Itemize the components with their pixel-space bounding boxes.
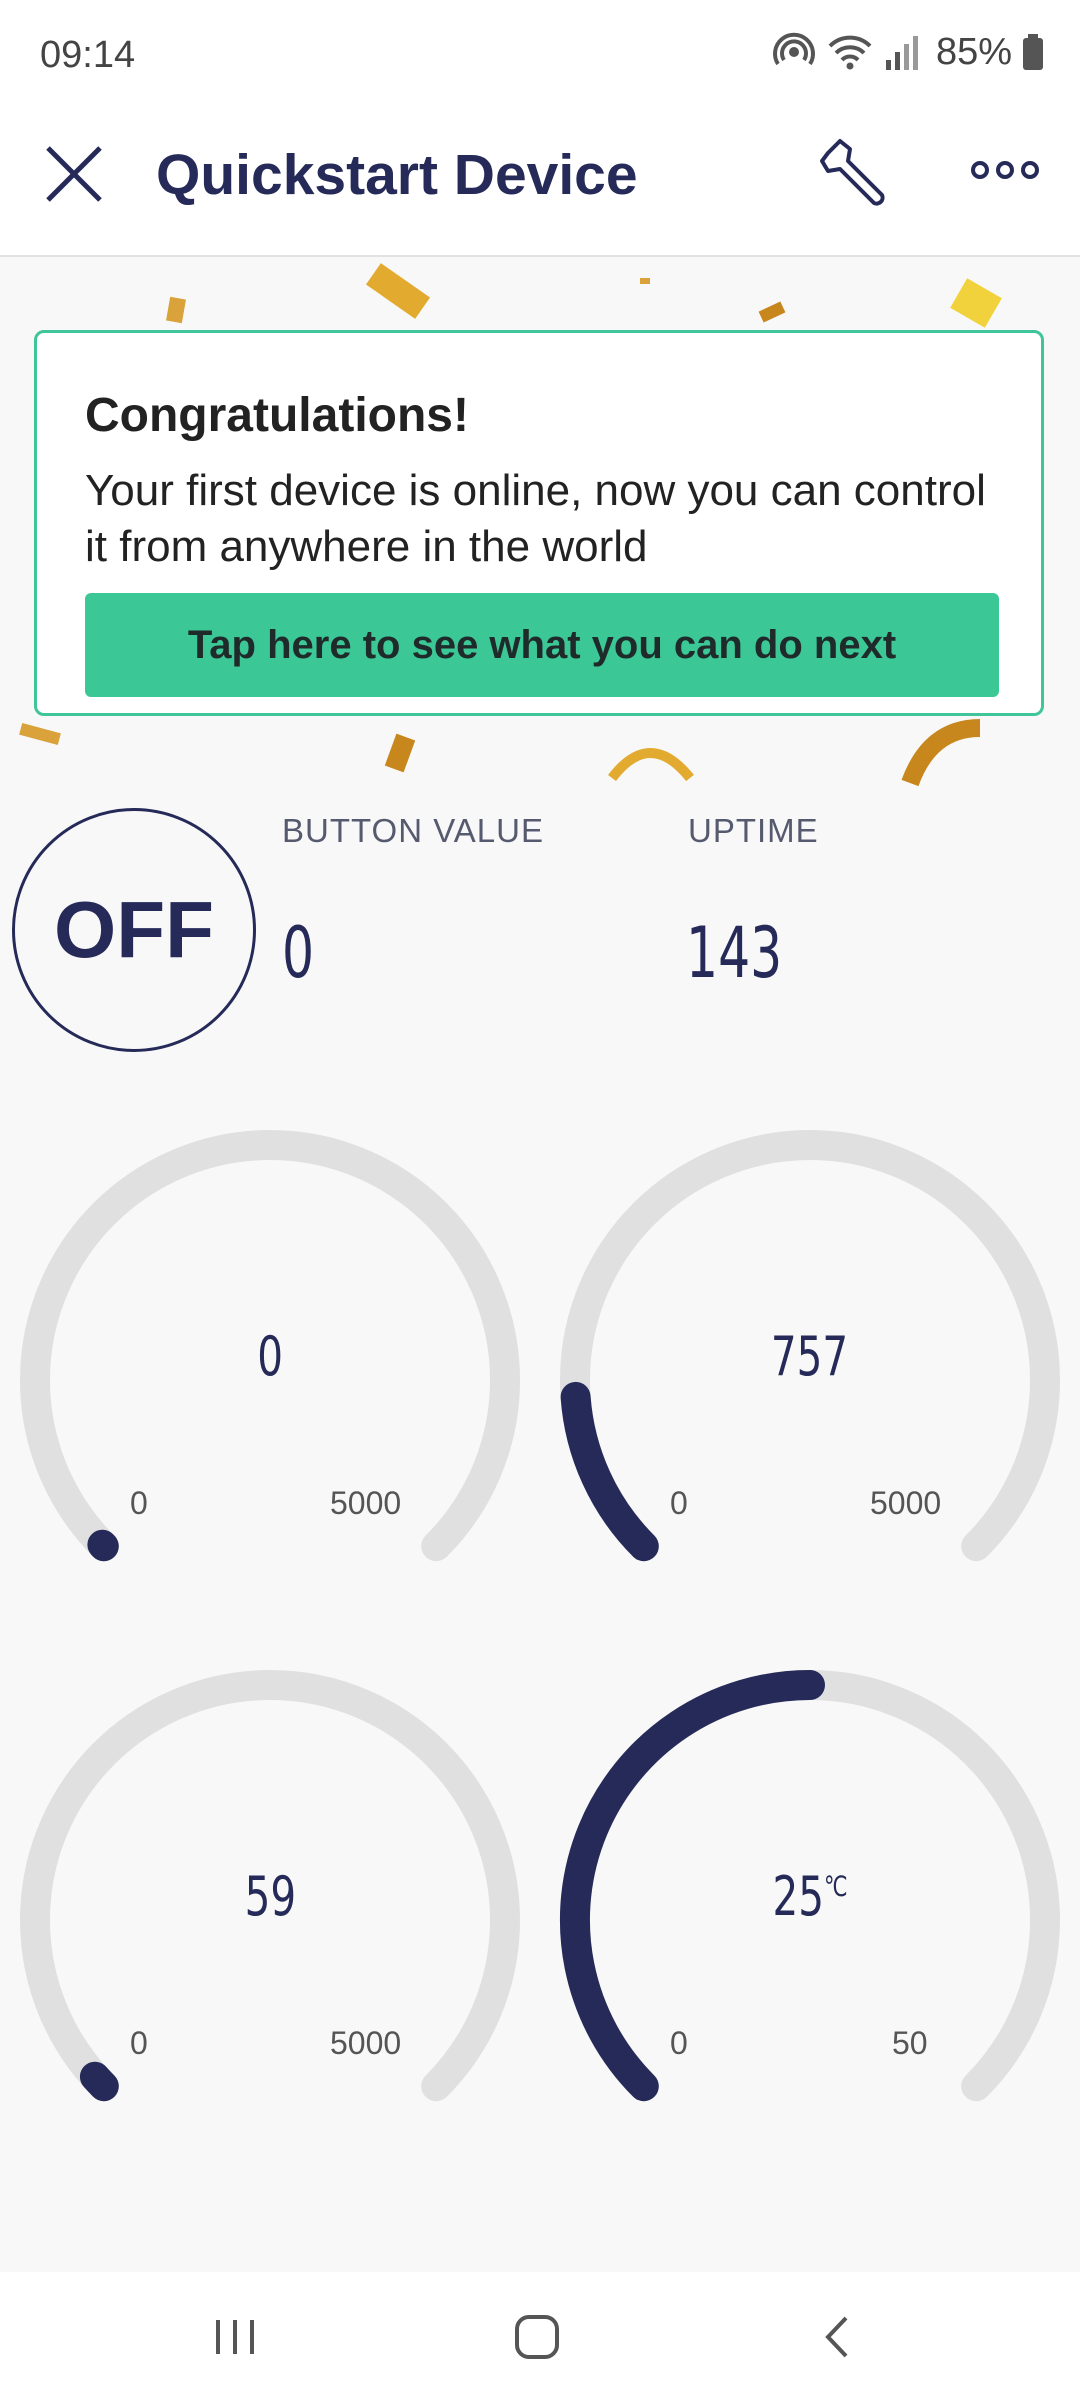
off-switch-button[interactable]: OFF bbox=[12, 808, 256, 1052]
gauge-value: 59 bbox=[244, 1865, 296, 1928]
status-bar: 09:14 85% bbox=[0, 0, 1080, 110]
button-value: 0 bbox=[282, 912, 315, 994]
battery-percentage: 85% bbox=[935, 30, 1012, 73]
close-icon bbox=[46, 146, 102, 202]
gauge-max: 5000 bbox=[330, 2025, 402, 2061]
recents-button[interactable] bbox=[200, 2302, 270, 2372]
gauge-1: 0 0 5000 bbox=[0, 1110, 540, 1650]
uptime-value: 143 bbox=[686, 912, 783, 994]
gauge-max: 5000 bbox=[330, 1485, 402, 1521]
gauge-4-temperature: 25℃ 0 50 bbox=[540, 1650, 1080, 2190]
gauge-min: 0 bbox=[130, 2025, 148, 2061]
gauge-min: 0 bbox=[670, 2025, 688, 2061]
system-nav-bar bbox=[0, 2272, 1080, 2400]
gauge-3: 59 0 5000 bbox=[0, 1650, 540, 2190]
uptime-label: UPTIME bbox=[688, 812, 819, 849]
gauge-value: 0 bbox=[257, 1325, 283, 1388]
congratulations-banner: Congratulations! Your first device is on… bbox=[34, 330, 1044, 716]
button-value-label: BUTTON VALUE bbox=[282, 812, 544, 849]
page-title: Quickstart Device bbox=[156, 143, 638, 207]
wrench-icon bbox=[820, 139, 885, 206]
gauge-min: 0 bbox=[130, 1485, 148, 1521]
gauge-fill bbox=[87, 1529, 119, 1562]
close-button[interactable] bbox=[40, 140, 108, 208]
back-button[interactable] bbox=[804, 2302, 874, 2372]
gauge-fill bbox=[560, 1381, 659, 1562]
gauge-value: 25℃ bbox=[772, 1865, 848, 1928]
gauge-max: 5000 bbox=[870, 1485, 942, 1521]
gauge-min: 0 bbox=[670, 1485, 688, 1521]
gauge-max: 50 bbox=[892, 2025, 928, 2061]
banner-body: Your first device is online, now you can… bbox=[85, 466, 986, 571]
banner-title: Congratulations! bbox=[85, 389, 469, 442]
status-icons: 85% bbox=[772, 30, 1044, 74]
gauge-fill bbox=[79, 2061, 119, 2102]
app-bar: Quickstart Device bbox=[0, 110, 1080, 257]
battery-icon bbox=[1023, 34, 1043, 70]
recents-icon bbox=[216, 2320, 254, 2354]
back-icon bbox=[825, 2316, 848, 2358]
settings-wrench-button[interactable] bbox=[818, 135, 894, 211]
status-time: 09:14 bbox=[40, 34, 136, 76]
more-icon bbox=[971, 161, 1039, 179]
gauge-2: 757 0 5000 bbox=[540, 1110, 1080, 1650]
more-options-button[interactable] bbox=[970, 150, 1040, 190]
home-icon bbox=[515, 2315, 559, 2359]
home-button[interactable] bbox=[502, 2302, 572, 2372]
hotspot-icon bbox=[772, 32, 815, 66]
signal-icon bbox=[885, 36, 918, 70]
see-next-steps-button[interactable]: Tap here to see what you can do next bbox=[85, 593, 999, 697]
gauge-value: 757 bbox=[771, 1325, 849, 1388]
wifi-icon bbox=[828, 35, 872, 70]
